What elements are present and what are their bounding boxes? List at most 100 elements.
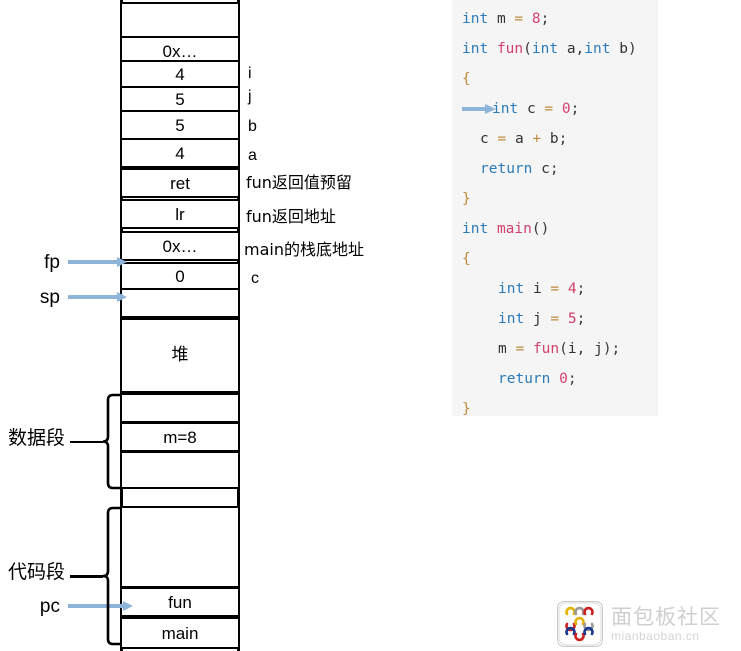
code-line: int c = 0; <box>452 94 658 124</box>
memory-cell: fun <box>120 587 240 617</box>
pointer-arrow-icon <box>68 292 130 302</box>
code-token: 4 <box>567 281 577 297</box>
code-line: { <box>452 64 658 94</box>
segment-label: 数据段 <box>8 427 66 449</box>
memory-cell-value: m=8 <box>163 427 197 447</box>
code-token: ) <box>602 341 612 357</box>
code-token: a <box>514 131 524 147</box>
code-token: ; <box>576 281 586 297</box>
segment-brace <box>102 393 123 490</box>
code-line-content: c = a + b; <box>462 131 567 147</box>
code-token: ( <box>523 41 532 57</box>
memory-cell: 0 <box>120 262 240 290</box>
memory-cell <box>120 2 240 38</box>
code-token: int <box>531 41 559 57</box>
memory-cell: 堆 <box>120 318 240 393</box>
memory-cell: 4 <box>120 60 240 88</box>
code-line-content: int main() <box>462 221 549 237</box>
code-token: fun <box>496 41 524 57</box>
memory-cell: m=8 <box>120 422 240 452</box>
code-line-content: } <box>462 191 471 207</box>
memory-layout-column: 0x… 4 5 5 4 ret lr 0x… 0 堆 m=8 fun main <box>120 0 240 651</box>
watermark-logo-icon <box>557 601 603 647</box>
brace-icon <box>102 393 120 490</box>
memory-cell <box>120 451 240 489</box>
memory-cell-value: 4 <box>175 64 185 84</box>
code-token: ( <box>559 341 568 357</box>
memory-cell-value: fun <box>168 592 192 612</box>
code-token: int <box>462 221 489 237</box>
code-token: c <box>480 131 489 147</box>
memory-cell-value: 0x… <box>162 41 198 61</box>
code-line-content: m = fun(i, j); <box>462 341 620 357</box>
code-token: int <box>462 11 489 27</box>
code-token: int <box>462 41 489 57</box>
code-token: = <box>550 311 560 327</box>
memory-cell-value: 4 <box>175 143 185 163</box>
brace-icon <box>102 506 120 646</box>
code-line: } <box>452 394 658 424</box>
code-token: } <box>462 191 471 207</box>
code-token: i <box>567 341 577 357</box>
code-token: ; <box>611 341 621 357</box>
code-token: j <box>594 341 603 357</box>
memory-cell-value: ret <box>170 173 190 193</box>
code-line-content: int fun(int a,int b) <box>462 41 637 57</box>
code-token: c <box>541 161 550 177</box>
code-token: b <box>619 41 628 57</box>
code-line-content: return 0; <box>462 371 577 387</box>
watermark-text: 面包板社区 mianbaoban.cn <box>611 605 721 643</box>
code-line: int fun(int a,int b) <box>452 34 658 64</box>
execution-pointer-arrow-icon <box>462 104 496 114</box>
memory-cell-value: 5 <box>175 115 185 135</box>
code-token: = <box>497 131 507 147</box>
code-token: ; <box>549 161 559 177</box>
memory-cell: lr <box>120 199 240 229</box>
code-line-content: int m = 8; <box>462 11 549 27</box>
code-token: = <box>515 341 525 357</box>
code-token: m <box>498 341 507 357</box>
watermark-en-label: mianbaoban.cn <box>611 628 700 643</box>
code-token: { <box>462 71 471 87</box>
code-token: = <box>550 281 560 297</box>
row-label: j <box>248 88 252 105</box>
row-label: fun返回地址 <box>246 207 336 226</box>
row-label: i <box>248 65 252 82</box>
code-token: ; <box>540 11 550 27</box>
code-line: } <box>452 184 658 214</box>
pointer-sp: sp <box>26 286 130 308</box>
code-line-content: int j = 5; <box>462 311 585 327</box>
row-label: main的栈底地址 <box>244 240 364 259</box>
code-line: { <box>452 244 658 274</box>
code-token: ; <box>567 371 577 387</box>
memory-cell: 0x… <box>120 231 240 261</box>
memory-cell-value: 0 <box>175 266 185 286</box>
code-token: return <box>498 371 551 387</box>
code-token: return <box>480 161 533 177</box>
code-token: 0 <box>561 101 571 117</box>
code-token: + <box>532 131 542 147</box>
row-label: c <box>251 270 259 287</box>
code-token: 0 <box>559 371 568 387</box>
code-line-content: int i = 4; <box>462 281 585 297</box>
code-token: 5 <box>567 311 577 327</box>
memory-cell-value: 0x… <box>162 236 198 256</box>
brace-leader-line <box>70 440 103 444</box>
code-token: = <box>514 11 524 27</box>
memory-cell <box>120 506 240 588</box>
code-token: 8 <box>531 11 541 27</box>
code-token: c <box>526 101 536 117</box>
